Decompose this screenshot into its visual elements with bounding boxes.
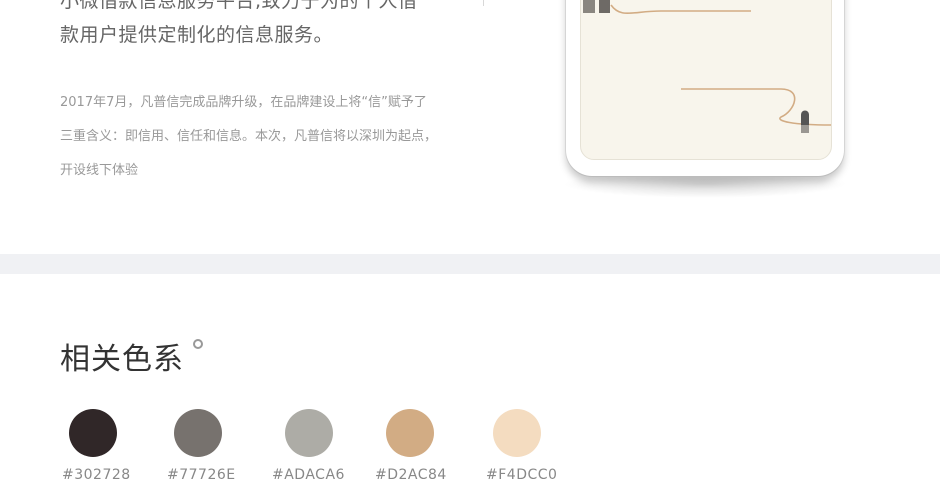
section-title: 相关色系 [60,342,184,377]
ink-figure-base [801,125,809,133]
building-figure [583,0,595,13]
building-figure [599,0,610,13]
intro-section: 小微借款信息服务平台,致力于为的个人借 款用户提供定制化的信息服务。 2017年… [0,0,940,254]
color-swatch-5 [493,409,541,457]
intro-description: 2017年7月，凡普信完成品牌升级，在品牌建设上将“信”赋予了 三重含义：即信用… [60,86,500,188]
gold-line [610,4,751,15]
section-divider-band [0,254,940,274]
color-swatch-2 [174,409,222,457]
headline-divider [483,0,484,6]
color-swatch-4 [386,409,434,457]
intro-headline: 小微借款信息服务平台,致力于为的个人借 款用户提供定制化的信息服务。 [60,0,490,52]
intro-headline-line: 小微借款信息服务平台,致力于为的个人借 [60,0,418,12]
color-swatch-label: #D2AC84 [375,467,447,483]
circle-icon [193,339,203,349]
phone-mockup [566,0,844,176]
page: 小微借款信息服务平台,致力于为的个人借 款用户提供定制化的信息服务。 2017年… [0,0,940,500]
intro-description-line: 三重含义：即信用、信任和信息。本次，凡普信将以深圳为起点， [60,129,438,144]
color-swatch-label: #F4DCC0 [486,467,558,483]
color-swatch-3 [285,409,333,457]
intro-description-line: 2017年7月，凡普信完成品牌升级，在品牌建设上将“信”赋予了 [60,95,427,110]
intro-description-line: 开设线下体验 [60,163,139,178]
color-swatch-1 [69,409,117,457]
color-swatch-label: #77726E [167,467,236,483]
intro-headline-line: 款用户提供定制化的信息服务。 [60,24,334,46]
landscape-illustration [583,0,831,133]
color-swatch-label: #302728 [62,467,131,483]
color-swatch-label: #ADACA6 [272,467,345,483]
phone-screen [580,0,832,160]
